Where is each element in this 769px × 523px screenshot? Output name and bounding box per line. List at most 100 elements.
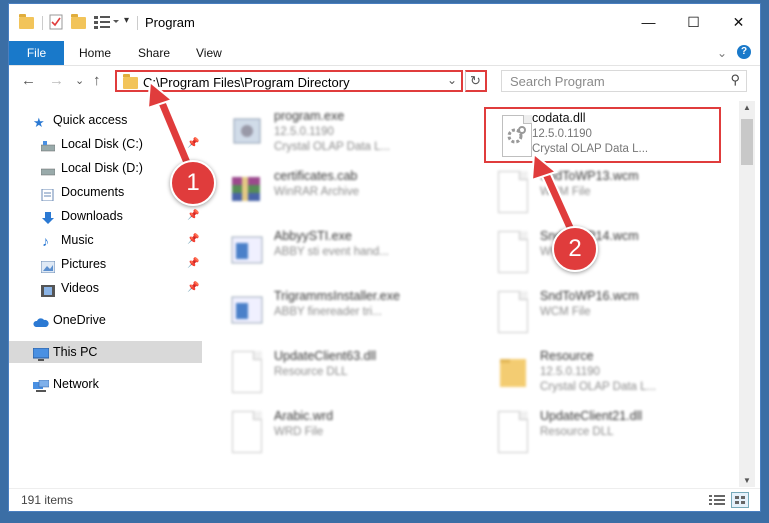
scroll-up-icon[interactable]: ▲ (739, 103, 755, 112)
sidebar-item-music[interactable]: ♪ Music 📌 (9, 229, 202, 251)
file-type: Resource DLL (274, 366, 348, 378)
pin-icon: 📌 (187, 138, 200, 149)
sidebar-item-label: Pictures (61, 257, 107, 271)
drive-icon (40, 162, 56, 176)
file-item-updateclient63-dll[interactable]: UpdateClient63.dll Resource DLL (216, 347, 466, 401)
file-description: Crystal OLAP Data L... (274, 141, 391, 153)
file-description: Crystal OLAP Data L... (532, 143, 649, 155)
close-button[interactable]: ✕ (716, 4, 760, 40)
archive-icon (228, 171, 266, 213)
search-placeholder: Search Program (510, 74, 605, 89)
computer-icon (32, 346, 50, 361)
ribbon-tabs: File Home Share View ⌄ ? (9, 41, 760, 66)
tab-file[interactable]: File (9, 41, 64, 65)
dll-icon (498, 411, 528, 453)
drive-icon (40, 138, 56, 152)
file-item-sndtowp16-wcm[interactable]: SndToWP16.wcm WCM File (482, 287, 732, 341)
document-icon (498, 291, 528, 333)
help-icon[interactable]: ? (737, 45, 751, 59)
file-description: Crystal OLAP Data L... (540, 381, 657, 393)
file-item-certificates-cab[interactable]: certificates.cab WinRAR Archive (216, 167, 466, 221)
file-name: SndToWP13.wcm (540, 169, 639, 183)
new-folder-icon[interactable] (71, 14, 86, 32)
status-bar: 191 items (9, 488, 760, 511)
scroll-down-icon[interactable]: ▼ (739, 476, 755, 485)
dll-icon (502, 115, 532, 157)
file-item-sndtowp14-wcm[interactable]: SndToWP14.wcm WCM File (482, 227, 732, 281)
file-item-program-exe[interactable]: program.exe 12.5.0.1190 Crystal OLAP Dat… (216, 107, 466, 161)
view-options-icon[interactable] (93, 14, 119, 32)
title-bar: ▾ Program — ☐ ✕ (9, 4, 760, 40)
explorer-window: ▾ Program — ☐ ✕ File Home Share View ⌄ ?… (8, 3, 761, 512)
file-item-updateclient21-dll[interactable]: UpdateClient21.dll Resource DLL (482, 407, 732, 461)
vertical-scrollbar[interactable]: ▲ ▼ (739, 101, 755, 487)
tab-view[interactable]: View (196, 41, 222, 65)
properties-icon[interactable] (49, 14, 63, 32)
file-description: ABBY sti event hand... (274, 246, 389, 258)
star-icon: ★ (33, 115, 45, 130)
folder-icon (123, 74, 138, 89)
expand-ribbon-icon[interactable]: ⌄ (717, 41, 727, 65)
sidebar-item-this-pc[interactable]: This PC (9, 341, 202, 363)
file-name: UpdateClient21.dll (540, 409, 643, 423)
file-item-trigrammsinstaller-exe[interactable]: TrigrammsInstaller.exe ABBY finereader t… (216, 287, 466, 341)
file-type: WRD File (274, 426, 324, 438)
large-icons-view-icon[interactable] (731, 492, 749, 508)
sidebar-item-pictures[interactable]: Pictures 📌 (9, 253, 202, 275)
application-icon (228, 231, 266, 273)
file-name: TrigrammsInstaller.exe (274, 289, 400, 303)
pin-icon: 📌 (187, 258, 200, 269)
file-version: 12.5.0.1190 (540, 366, 600, 378)
window-title: Program (145, 15, 195, 30)
pin-icon: 📌 (187, 210, 200, 221)
up-button[interactable]: ↑ (93, 72, 101, 89)
file-name: AbbyySTI.exe (274, 229, 352, 243)
scroll-thumb[interactable] (741, 119, 753, 165)
refresh-button[interactable]: ↻ (465, 70, 487, 92)
tab-home[interactable]: Home (79, 41, 111, 65)
divider (137, 16, 138, 30)
address-bar[interactable]: C:\Program Files\Program Directory ⌄ (115, 70, 463, 92)
file-name: program.exe (274, 109, 345, 123)
file-item-sndtowp13-wcm[interactable]: SndToWP13.wcm WCM File (482, 167, 732, 221)
customize-quick-access-icon[interactable]: ▾ (124, 15, 129, 33)
file-type: WinRAR Archive (274, 186, 359, 198)
step-2-callout: 2 (552, 226, 598, 272)
sidebar-item-label: OneDrive (53, 313, 106, 327)
sidebar-item-downloads[interactable]: Downloads 📌 (9, 205, 202, 227)
minimize-icon: — (641, 14, 656, 30)
folder-icon (494, 351, 532, 393)
file-item-abbyysti-exe[interactable]: AbbyySTI.exe ABBY sti event hand... (216, 227, 466, 281)
sidebar-item-label: Videos (61, 281, 99, 295)
sidebar-item-local-disk-c[interactable]: Local Disk (C:) 📌 (9, 133, 202, 155)
cloud-icon (33, 314, 49, 327)
file-type: Resource DLL (540, 426, 614, 438)
sidebar-item-label: Quick access (53, 113, 128, 127)
file-item-resource[interactable]: Resource 12.5.0.1190 Crystal OLAP Data L… (482, 347, 732, 401)
item-count: 191 items (21, 493, 74, 507)
file-item-arabic-wrd[interactable]: Arabic.wrd WRD File (216, 407, 466, 461)
forward-button[interactable]: → (49, 72, 64, 89)
details-view-icon[interactable] (709, 494, 725, 509)
folder-icon (19, 14, 34, 32)
sidebar-item-network[interactable]: Network (9, 373, 202, 395)
document-icon (498, 171, 528, 213)
application-icon (228, 291, 266, 333)
file-name: Resource (540, 349, 594, 363)
sidebar-item-onedrive[interactable]: OneDrive (9, 309, 202, 331)
tab-share[interactable]: Share (138, 41, 170, 65)
minimize-button[interactable]: — (626, 4, 671, 40)
back-button[interactable]: ← (21, 72, 36, 89)
address-dropdown-icon[interactable]: ⌄ (447, 73, 457, 87)
downloads-icon (41, 210, 55, 224)
maximize-button[interactable]: ☐ (671, 4, 716, 40)
search-input[interactable]: Search Program ⚲ (501, 70, 747, 92)
recent-locations-button[interactable]: ⌄ (75, 74, 84, 87)
videos-icon (41, 282, 55, 297)
file-version: 12.5.0.1190 (274, 126, 334, 138)
file-name: certificates.cab (274, 169, 358, 183)
file-item-codata-dll[interactable]: codata.dll 12.5.0.1190 Crystal OLAP Data… (484, 107, 721, 163)
sidebar-item-videos[interactable]: Videos 📌 (9, 277, 202, 299)
network-icon (33, 378, 50, 392)
sidebar-item-quick-access[interactable]: ★ Quick access (9, 109, 202, 131)
